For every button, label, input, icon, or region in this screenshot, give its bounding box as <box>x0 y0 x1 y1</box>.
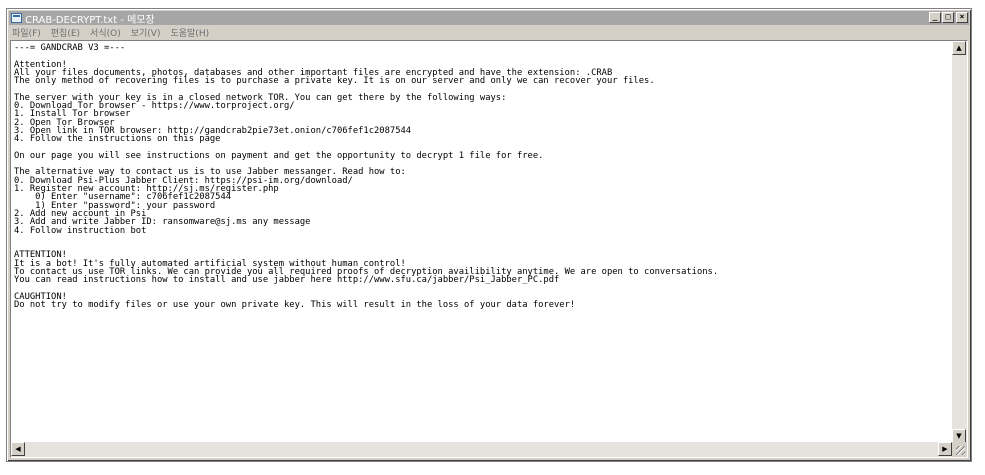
text-line: 0. Download Tor browser - https://www.to… <box>14 100 295 111</box>
scroll-up-icon[interactable]: ▲ <box>952 41 966 55</box>
text-line: On our page you will see instructions on… <box>14 149 544 160</box>
menu-file[interactable]: 파일(F) <box>10 26 41 39</box>
text-line: 4. Follow instruction bot <box>14 224 147 235</box>
scroll-down-icon[interactable]: ▼ <box>952 429 966 443</box>
menu-view[interactable]: 보기(V) <box>129 26 161 39</box>
minimize-button[interactable]: _ <box>929 12 941 23</box>
text-line: You can read instructions how to install… <box>14 274 560 285</box>
text-line: 3. Add and write Jabber ID: ransomware@s… <box>14 216 311 227</box>
menu-bar: 파일(F) 편집(E) 서식(O) 보기(V) 도움말(H) <box>10 26 968 39</box>
window-title: CRAB-DECRYPT.txt - 메모장 <box>25 14 155 26</box>
text-editor[interactable]: ---= GANDCRAB V3 =--- Attention! All your … <box>10 40 968 458</box>
title-bar[interactable]: CRAB-DECRYPT.txt - 메모장 _ □ × <box>9 11 969 26</box>
menu-edit[interactable]: 편집(E) <box>49 26 80 39</box>
text-line: The only method of recovering files is t… <box>14 75 655 86</box>
document-text[interactable]: ---= GANDCRAB V3 =--- Attention! All your … <box>14 43 952 442</box>
maximize-button[interactable]: □ <box>942 12 954 23</box>
scroll-right-icon[interactable]: ▶ <box>938 442 952 456</box>
scroll-left-icon[interactable]: ◀ <box>11 442 25 456</box>
text-line: Do not try to modify files or use your o… <box>14 299 576 310</box>
horizontal-scrollbar[interactable]: ◀ ▶ <box>11 442 952 457</box>
window-controls: _ □ × <box>928 12 968 23</box>
notepad-window: CRAB-DECRYPT.txt - 메모장 _ □ × 파일(F) 편집(E)… <box>6 8 972 462</box>
menu-help[interactable]: 도움말(H) <box>168 26 209 39</box>
text-line: ---= GANDCRAB V3 =--- <box>14 43 126 52</box>
text-line: 4. Follow the instructions on this page <box>14 133 221 144</box>
resize-grip-icon[interactable] <box>952 442 967 457</box>
text-line: 1. Install Tor browser <box>14 108 131 119</box>
close-button[interactable]: × <box>956 12 968 23</box>
vertical-scrollbar[interactable]: ▲ ▼ <box>952 41 967 443</box>
text-line <box>14 284 952 292</box>
text-line: 1) Enter "password": your password <box>14 199 216 210</box>
text-line <box>14 242 952 250</box>
menu-format[interactable]: 서식(O) <box>88 26 121 39</box>
notepad-icon <box>11 13 22 23</box>
text-line <box>14 234 952 242</box>
text-line <box>14 51 952 59</box>
